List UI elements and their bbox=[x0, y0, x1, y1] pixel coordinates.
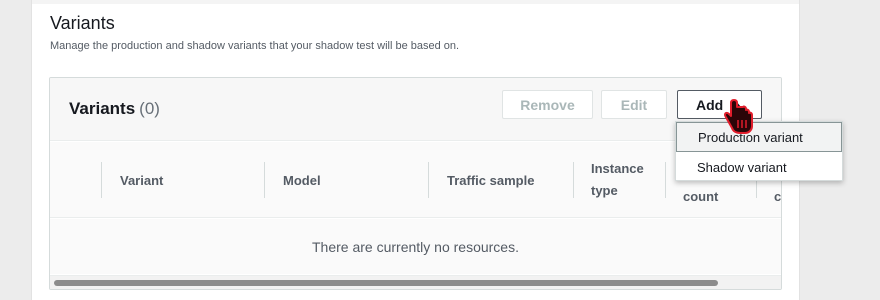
table-title-text: Variants bbox=[69, 99, 136, 118]
column-separator bbox=[264, 162, 265, 198]
section-top-border bbox=[32, 0, 799, 4]
page-background-left bbox=[0, 0, 31, 300]
column-separator bbox=[665, 162, 666, 198]
column-header-variant[interactable]: Variant bbox=[120, 142, 163, 218]
add-variant-menu: Production variant Shadow variant bbox=[675, 121, 843, 181]
table-count: (0) bbox=[139, 99, 160, 118]
column-separator bbox=[101, 162, 102, 198]
menu-item-production-variant[interactable]: Production variant bbox=[676, 122, 842, 152]
horizontal-scrollbar[interactable] bbox=[50, 275, 781, 289]
column-separator bbox=[573, 162, 574, 198]
add-button-label: Add bbox=[696, 96, 724, 113]
edit-button[interactable]: Edit bbox=[601, 90, 667, 119]
column-header-model[interactable]: Model bbox=[283, 142, 321, 218]
column-header-row: Variant Model Traffic sample Instance typ… bbox=[50, 142, 781, 218]
remove-button[interactable]: Remove bbox=[502, 90, 593, 119]
column-header-instance-type[interactable]: Instance type bbox=[591, 142, 644, 218]
variants-table: Variants (0) Remove Edit Add Variant Mode… bbox=[49, 77, 782, 290]
menu-item-shadow-variant[interactable]: Shadow variant bbox=[676, 152, 842, 182]
table-header: Variants (0) Remove Edit Add bbox=[50, 78, 781, 141]
table-title: Variants (0) bbox=[69, 99, 160, 119]
empty-state-message: There are currently no resources. bbox=[50, 219, 781, 274]
scrollbar-thumb[interactable] bbox=[54, 280, 718, 286]
section-description: Manage the production and shadow variant… bbox=[50, 40, 460, 52]
section-title: Variants bbox=[50, 13, 115, 33]
hand-cursor-icon bbox=[724, 99, 753, 134]
column-header-traffic-sample[interactable]: Traffic sample bbox=[447, 142, 534, 218]
column-separator bbox=[428, 162, 429, 198]
